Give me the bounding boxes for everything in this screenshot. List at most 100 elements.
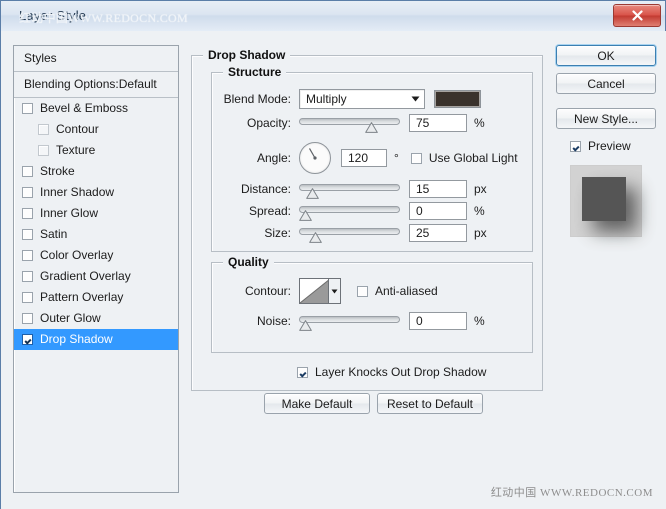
layer-knocks-out-checkbox[interactable]: Layer Knocks Out Drop Shadow bbox=[297, 365, 486, 379]
checkbox-box[interactable] bbox=[22, 334, 33, 345]
opacity-unit: % bbox=[474, 116, 485, 130]
styles-item-label: Inner Glow bbox=[40, 206, 99, 220]
title-bar[interactable]: Layer Style 红动中国WWW.REDOCN.COM bbox=[1, 1, 665, 32]
checkbox-box[interactable] bbox=[22, 250, 33, 261]
styles-item-gradient-overlay[interactable]: Gradient Overlay bbox=[14, 266, 178, 287]
styles-item-outer-glow[interactable]: Outer Glow bbox=[14, 308, 178, 329]
styles-item-label: Inner Shadow bbox=[40, 185, 115, 199]
shadow-color-swatch[interactable] bbox=[434, 90, 481, 108]
styles-item-color-overlay[interactable]: Color Overlay bbox=[14, 245, 178, 266]
checkbox-box bbox=[410, 152, 422, 164]
distance-label: Distance: bbox=[240, 182, 291, 196]
styles-item-texture[interactable]: Texture bbox=[14, 140, 178, 161]
size-row: Size: 25 px bbox=[211, 223, 533, 243]
noise-slider[interactable] bbox=[299, 313, 400, 331]
styles-item-label: Satin bbox=[40, 227, 68, 241]
size-slider[interactable] bbox=[299, 225, 400, 243]
checkbox-box bbox=[357, 285, 368, 297]
checkbox-box[interactable] bbox=[22, 187, 33, 198]
spread-row: Spread: 0 % bbox=[211, 201, 533, 221]
angle-input[interactable]: 120 bbox=[341, 149, 387, 167]
drop-shadow-group-title: Drop Shadow bbox=[203, 48, 291, 62]
opacity-label: Opacity: bbox=[246, 116, 291, 130]
anti-aliased-checkbox[interactable]: Anti-aliased bbox=[357, 284, 438, 298]
preview-label: Preview bbox=[588, 139, 631, 153]
opacity-slider[interactable] bbox=[299, 115, 400, 133]
styles-item-label: Outer Glow bbox=[40, 311, 101, 325]
styles-item-drop-shadow[interactable]: Drop Shadow bbox=[14, 329, 178, 350]
styles-item-label: Color Overlay bbox=[40, 248, 114, 262]
distance-row: Distance: 15 px bbox=[211, 179, 533, 199]
slider-thumb[interactable] bbox=[365, 120, 378, 133]
styles-item-list: Bevel & Emboss Contour Texture Stroke Inner … bbox=[14, 98, 178, 350]
styles-item-label: Stroke bbox=[40, 164, 75, 178]
new-style-button[interactable]: New Style... bbox=[556, 108, 656, 129]
angle-degree-symbol: ° bbox=[394, 151, 399, 165]
ok-button[interactable]: OK bbox=[556, 45, 656, 66]
contour-label: Contour: bbox=[244, 284, 291, 298]
checkbox-box bbox=[570, 140, 581, 152]
styles-item-inner-glow[interactable]: Inner Glow bbox=[14, 203, 178, 224]
use-global-light-label: Use Global Light bbox=[428, 151, 518, 165]
opacity-row: Opacity: 75 % bbox=[211, 113, 533, 133]
distance-input[interactable]: 15 bbox=[409, 180, 467, 198]
distance-slider[interactable] bbox=[299, 181, 400, 199]
spread-label: Spread: bbox=[248, 204, 291, 218]
dialog-action-buttons: OK Cancel New Style... Preview bbox=[556, 45, 656, 237]
quality-group bbox=[211, 262, 533, 353]
styles-item-inner-shadow[interactable]: Inner Shadow bbox=[14, 182, 178, 203]
styles-item-label: Pattern Overlay bbox=[40, 290, 124, 304]
styles-item-label: Contour bbox=[56, 122, 99, 136]
layer-knocks-out-label: Layer Knocks Out Drop Shadow bbox=[315, 365, 487, 379]
styles-item-label: Texture bbox=[56, 143, 96, 157]
noise-input[interactable]: 0 bbox=[409, 312, 467, 330]
checkbox-box[interactable] bbox=[22, 103, 33, 114]
angle-dial[interactable] bbox=[299, 142, 331, 174]
chevron-down-icon bbox=[328, 279, 340, 303]
blend-mode-select[interactable]: Multiply bbox=[299, 89, 425, 109]
layer-style-dialog: Layer Style 红动中国WWW.REDOCN.COM Styles Bl… bbox=[0, 0, 666, 509]
cancel-button[interactable]: Cancel bbox=[556, 73, 656, 94]
checkbox-box[interactable] bbox=[22, 208, 33, 219]
slider-thumb[interactable] bbox=[306, 186, 319, 199]
slider-track bbox=[299, 316, 400, 323]
chevron-down-icon bbox=[407, 96, 424, 102]
checkbox-box[interactable] bbox=[38, 145, 49, 156]
opacity-input[interactable]: 75 bbox=[409, 114, 467, 132]
preview-square bbox=[582, 177, 626, 221]
preview-checkbox[interactable]: Preview bbox=[556, 139, 656, 153]
anti-aliased-label: Anti-aliased bbox=[375, 284, 438, 298]
checkbox-box[interactable] bbox=[22, 229, 33, 240]
spread-input[interactable]: 0 bbox=[409, 202, 467, 220]
styles-header: Styles bbox=[14, 46, 178, 72]
slider-thumb[interactable] bbox=[299, 318, 312, 331]
styles-list-panel: Styles Blending Options:Default Bevel & … bbox=[13, 45, 179, 493]
slider-thumb[interactable] bbox=[299, 208, 312, 221]
reset-to-default-button[interactable]: Reset to Default bbox=[377, 393, 483, 414]
structure-group-title: Structure bbox=[223, 65, 287, 79]
styles-item-contour[interactable]: Contour bbox=[14, 119, 178, 140]
checkbox-box[interactable] bbox=[38, 124, 49, 135]
distance-unit: px bbox=[474, 182, 487, 196]
checkbox-box[interactable] bbox=[22, 313, 33, 324]
close-glyph bbox=[631, 10, 643, 21]
size-input[interactable]: 25 bbox=[409, 224, 467, 242]
slider-thumb[interactable] bbox=[308, 230, 322, 243]
styles-item-label: Drop Shadow bbox=[40, 332, 113, 346]
slider-track bbox=[299, 206, 400, 213]
styles-item-pattern-overlay[interactable]: Pattern Overlay bbox=[14, 287, 178, 308]
close-icon[interactable] bbox=[613, 4, 661, 27]
make-default-button[interactable]: Make Default bbox=[264, 393, 370, 414]
blending-options-item[interactable]: Blending Options:Default bbox=[14, 72, 178, 98]
styles-item-bevel-emboss[interactable]: Bevel & Emboss bbox=[14, 98, 178, 119]
checkbox-box[interactable] bbox=[22, 292, 33, 303]
checkbox-box[interactable] bbox=[22, 271, 33, 282]
checkbox-box[interactable] bbox=[22, 166, 33, 177]
spread-slider[interactable] bbox=[299, 203, 400, 221]
styles-item-satin[interactable]: Satin bbox=[14, 224, 178, 245]
styles-item-label: Bevel & Emboss bbox=[40, 101, 129, 115]
styles-item-stroke[interactable]: Stroke bbox=[14, 161, 178, 182]
contour-row: Contour: Anti-aliased bbox=[211, 277, 533, 305]
contour-preset-swatch[interactable] bbox=[299, 278, 341, 304]
use-global-light-checkbox[interactable]: Use Global Light bbox=[410, 151, 518, 165]
